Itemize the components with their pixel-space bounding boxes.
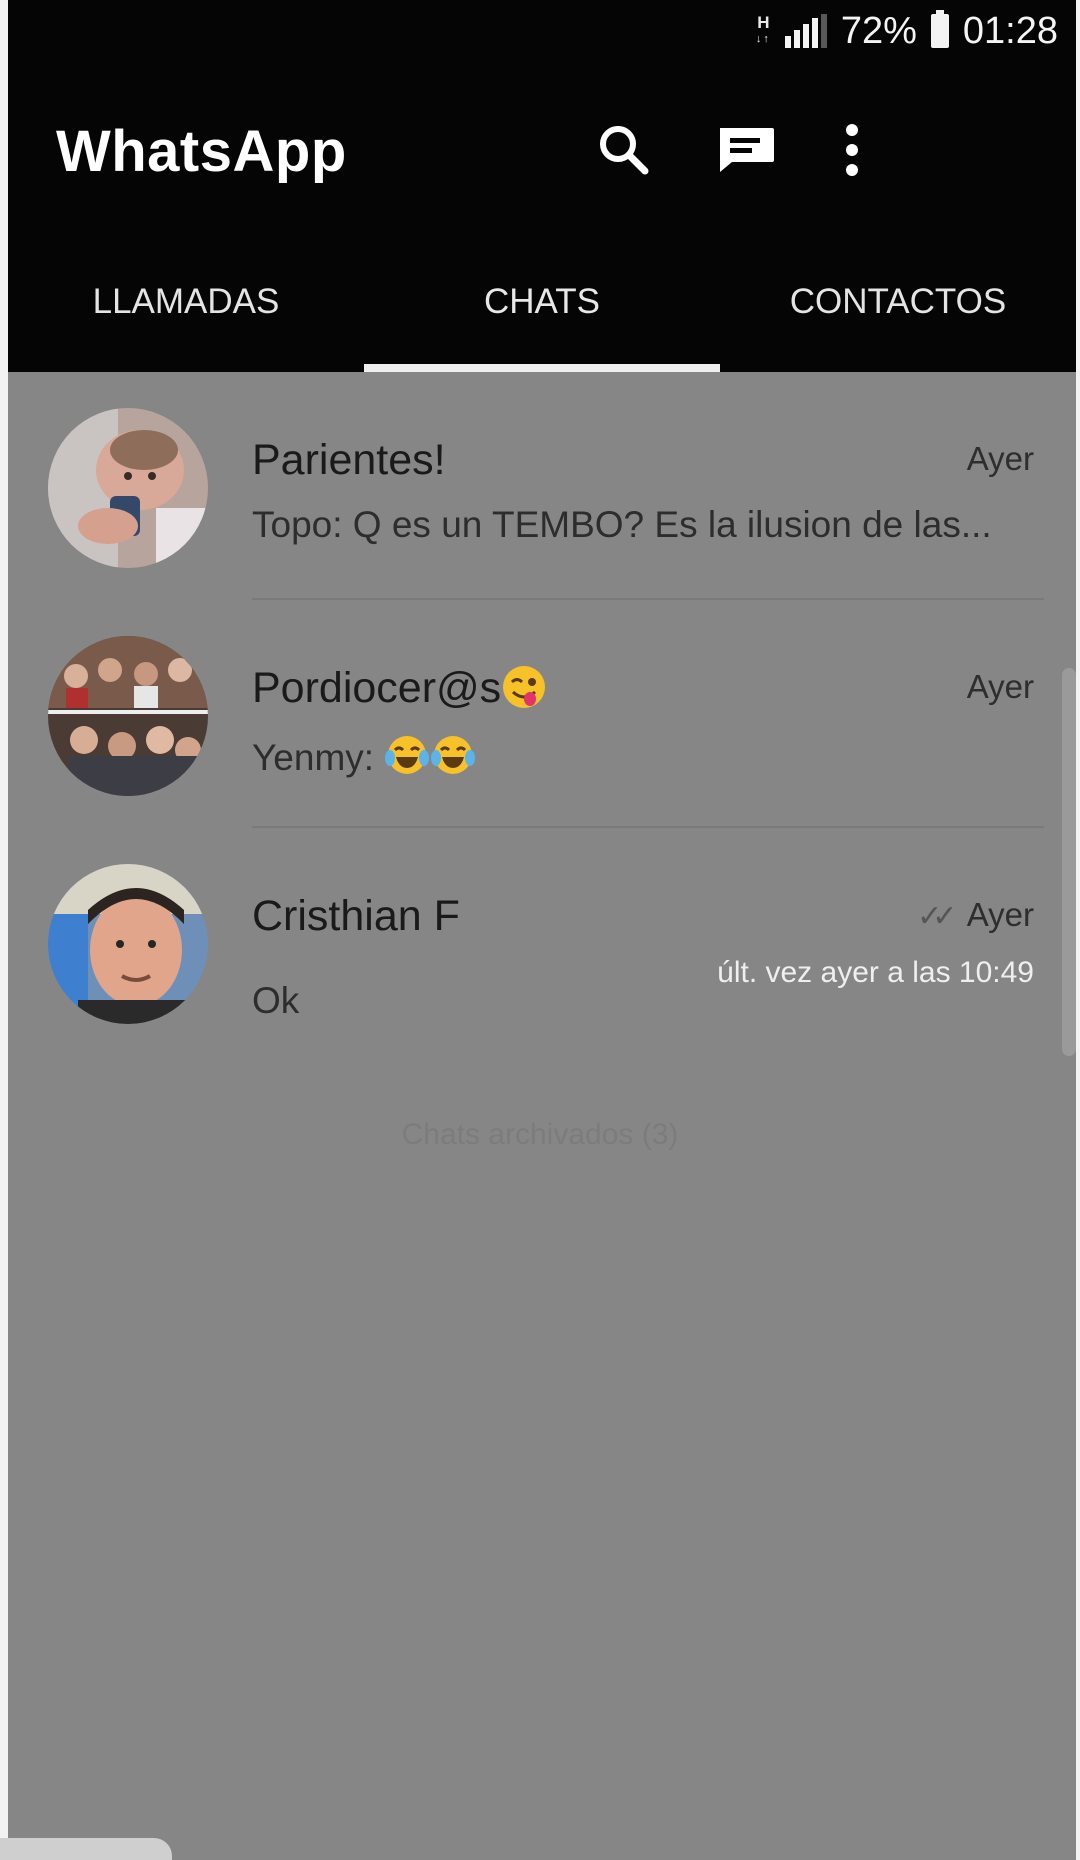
battery-icon <box>930 10 949 48</box>
tears-of-joy-emoji <box>385 736 430 774</box>
network-type-icon: H ↓↑ <box>755 13 771 45</box>
chat-preview: Topo: Q es un TEMBO? Es la ilusion de la… <box>252 504 992 545</box>
app-header: H ↓↑ 72% 01:28 WhatsApp LLAMADAS CHATS C… <box>8 0 1076 372</box>
scrollbar[interactable] <box>1062 668 1076 1056</box>
tab-chats-label: CHATS <box>483 282 601 321</box>
tab-llamadas-label: LLAMADAS <box>92 282 280 321</box>
new-chat-icon[interactable] <box>714 118 778 182</box>
last-seen-status: últ. vez ayer a las 10:49 <box>717 956 1034 989</box>
tab-contactos-label: CONTACTOS <box>789 282 1007 321</box>
battery-percent: 72% <box>840 9 917 52</box>
chat-list: Parientes! Ayer Topo: Q es un TEMBO? Es … <box>8 372 1076 1068</box>
network-type-label: H <box>757 13 770 32</box>
chat-time-text: Ayer <box>966 896 1034 933</box>
avatar[interactable] <box>48 636 208 796</box>
app-title: WhatsApp <box>56 119 347 184</box>
search-icon[interactable] <box>592 118 656 182</box>
chat-preview: Ok <box>252 980 300 1021</box>
chat-row-pordiocers[interactable]: Pordiocer@s Ayer Yenmy: <box>8 600 1076 828</box>
chat-time: Ayer <box>966 668 1034 705</box>
chat-preview-text: Yenmy: <box>252 737 385 778</box>
chat-row-cristhian[interactable]: Cristhian F ✓✓ Ayer últ. vez ayer a las … <box>8 828 1076 1068</box>
chat-time: Ayer <box>966 440 1034 477</box>
tears-of-joy-emoji <box>431 736 476 774</box>
tab-bar: LLAMADAS CHATS CONTACTOS <box>8 262 1076 372</box>
winking-face-with-tongue-emoji <box>503 666 546 708</box>
chat-preview: Yenmy: <box>252 732 476 779</box>
signal-strength-icon <box>784 14 827 48</box>
avatar[interactable] <box>48 408 208 568</box>
clock: 01:28 <box>962 9 1058 52</box>
chat-row-parientes[interactable]: Parientes! Ayer Topo: Q es un TEMBO? Es … <box>8 372 1076 600</box>
chat-name: Cristhian F <box>252 892 460 940</box>
avatar[interactable] <box>48 864 208 1024</box>
archived-chats-link[interactable]: Chats archivados (3) <box>0 1118 1080 1152</box>
read-ticks-icon: ✓✓ <box>917 900 957 933</box>
left-edge-border <box>0 0 8 1860</box>
tab-contactos[interactable]: CONTACTOS <box>720 262 1076 372</box>
right-edge-border <box>1076 0 1080 1860</box>
status-bar: H ↓↑ 72% 01:28 <box>756 8 1058 54</box>
chat-name: Pordiocer@s <box>252 664 547 713</box>
tab-chats[interactable]: CHATS <box>364 262 720 372</box>
chat-name-text: Pordiocer@s <box>252 664 502 712</box>
chat-name: Parientes! <box>252 436 446 484</box>
bottom-handle <box>0 1838 172 1860</box>
chat-time: ✓✓ Ayer <box>917 896 1034 934</box>
screen: H ↓↑ 72% 01:28 WhatsApp LLAMADAS CHATS C… <box>0 0 1080 1860</box>
tab-llamadas[interactable]: LLAMADAS <box>8 262 364 372</box>
more-options-icon[interactable] <box>820 118 884 182</box>
